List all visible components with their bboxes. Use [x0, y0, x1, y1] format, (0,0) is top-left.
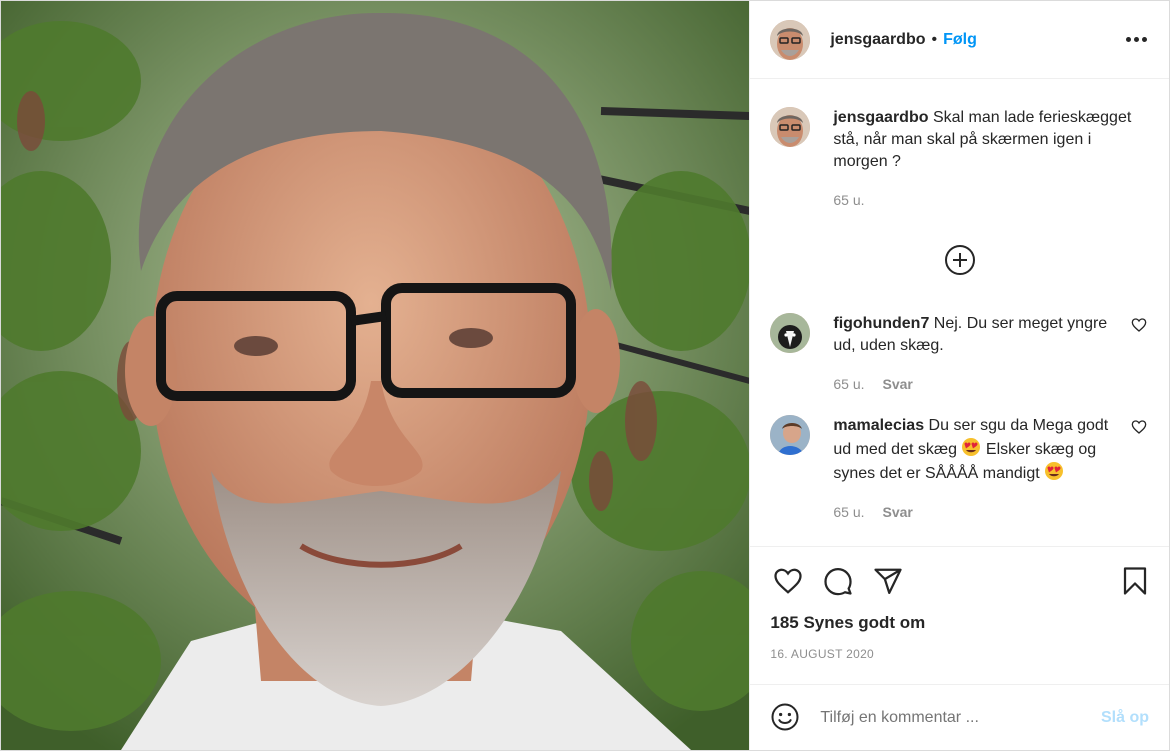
heart-eyes-emoji — [1044, 461, 1064, 481]
avatar-image — [770, 19, 811, 60]
reply-button[interactable]: Svar — [883, 501, 913, 523]
caption-time[interactable]: 65 u. — [833, 189, 864, 211]
like-button[interactable] — [770, 563, 806, 599]
avatar[interactable] — [770, 415, 811, 455]
post-photo[interactable] — [1, 1, 750, 750]
more-icon[interactable] — [1124, 31, 1149, 48]
comment-item: mamalecias Du ser sgu da Mega godt ud me… — [770, 415, 1149, 523]
save-button[interactable] — [1117, 563, 1153, 599]
comment-button[interactable] — [820, 563, 856, 599]
avatar-image — [770, 313, 811, 353]
add-comment-bar: Slå op — [750, 684, 1169, 750]
reply-button[interactable]: Svar — [883, 373, 913, 395]
heart-icon — [774, 568, 802, 594]
selfie-image — [1, 1, 750, 750]
follow-button[interactable]: Følg — [943, 31, 977, 49]
likes-count[interactable]: 185 Synes godt om — [770, 613, 1149, 633]
comments-list[interactable]: jensgaardbo Skal man lade ferieskægget s… — [750, 79, 1169, 546]
post-actions: 185 Synes godt om 16. AUGUST 2020 — [750, 546, 1169, 684]
avatar[interactable] — [770, 107, 811, 147]
load-more-comments[interactable] — [770, 245, 1149, 275]
avatar[interactable] — [770, 313, 811, 353]
share-button[interactable] — [870, 563, 906, 599]
post-dialog: jensgaardbo • Følg jensgaardbo Skal man … — [0, 0, 1170, 751]
post-comment-button[interactable]: Slå op — [1101, 709, 1149, 727]
avatar-image — [770, 107, 811, 147]
avatar[interactable] — [770, 19, 811, 60]
comment-item: figohunden7 Nej. Du ser meget yngre ud, … — [770, 313, 1149, 395]
load-more-icon[interactable] — [944, 245, 975, 275]
heart-icon[interactable] — [1131, 313, 1149, 395]
comment-time[interactable]: 65 u. — [833, 501, 864, 523]
comment-icon — [824, 568, 852, 596]
comment-username[interactable]: mamalecias — [833, 417, 924, 434]
caption: jensgaardbo Skal man lade ferieskægget s… — [770, 107, 1149, 211]
share-icon — [874, 568, 902, 594]
separator-dot: • — [931, 30, 938, 48]
post-date[interactable]: 16. AUGUST 2020 — [770, 647, 1149, 661]
bookmark-icon — [1123, 567, 1147, 595]
caption-username[interactable]: jensgaardbo — [833, 109, 928, 126]
username-link[interactable]: jensgaardbo — [830, 31, 925, 49]
heart-eyes-emoji — [961, 437, 981, 457]
comment-time[interactable]: 65 u. — [833, 373, 864, 395]
heart-icon[interactable] — [1131, 415, 1149, 523]
post-sidebar: jensgaardbo • Følg jensgaardbo Skal man … — [749, 1, 1169, 750]
comment-username[interactable]: figohunden7 — [833, 315, 929, 332]
post-header: jensgaardbo • Følg — [750, 1, 1169, 79]
emoji-icon[interactable] — [770, 702, 802, 734]
avatar-image — [770, 415, 811, 455]
comment-input[interactable] — [820, 708, 1101, 727]
